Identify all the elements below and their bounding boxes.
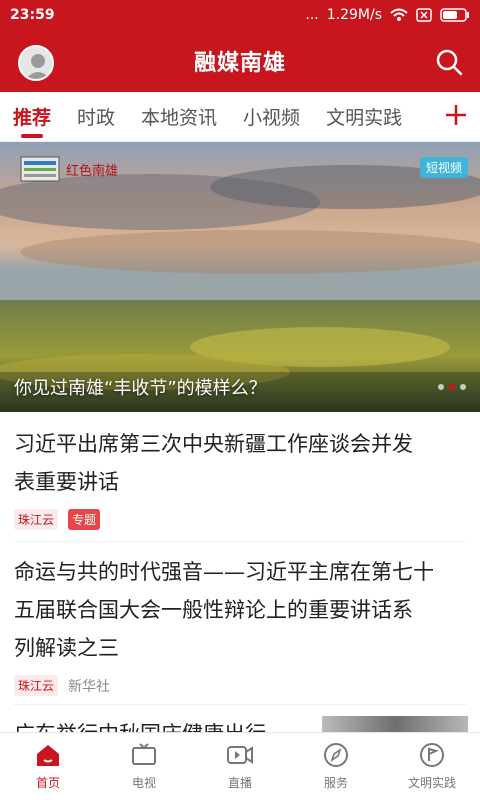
article-meta: 珠江云 专题 (14, 509, 466, 530)
tabbar-live[interactable]: 直播 (192, 733, 288, 800)
network-speed: 1.29M/s (326, 7, 382, 23)
source-tag: 珠江云 (14, 509, 59, 530)
tv-icon (132, 743, 156, 765)
hero-banner[interactable]: 红色南雄 短视频 你见过南雄“丰收节”的模样么？ (0, 142, 480, 412)
live-icon (227, 746, 253, 764)
short-video-badge: 短视频 (419, 157, 468, 178)
search-icon (436, 49, 463, 76)
tab-politics[interactable]: 时政 (64, 92, 128, 142)
list-item[interactable]: 习近平出席第三次中央新疆工作座谈会并发 表重要讲话 珠江云 专题 (0, 425, 480, 530)
tabbar-civilization[interactable]: 文明实践 (384, 733, 480, 800)
tabbar-label: 电视 (131, 776, 156, 790)
page-title: 融媒南雄 (193, 51, 286, 76)
headline-line: 表重要讲话 (14, 470, 119, 494)
hero-logo-text: 红色南雄 (66, 163, 119, 179)
hero-logo: 红色南雄 (20, 156, 118, 182)
brand-seal-icon (20, 156, 60, 182)
app-header: 融媒南雄 (0, 30, 480, 92)
hero-image (0, 142, 480, 412)
list-item[interactable]: 命运与共的时代强音——习近平主席在第七十 五届联合国大会一般性辩论上的重要讲话系… (0, 553, 480, 696)
tabbar-label: 服务 (323, 776, 348, 790)
carousel-dot[interactable] (460, 384, 466, 390)
divider (14, 704, 466, 705)
status-time: 23:59 (10, 7, 55, 23)
wifi-icon (390, 8, 408, 21)
headline-line: 习近平出席第三次中央新疆工作座谈会并发 (14, 432, 413, 456)
battery-icon (440, 8, 469, 22)
compass-icon (324, 743, 348, 767)
status-bar: 23:59 ... 1.29M/s (0, 0, 480, 30)
home-icon (37, 745, 59, 766)
avatar[interactable] (18, 45, 54, 81)
tabbar-label: 文明实践 (407, 776, 456, 790)
tabbar-service[interactable]: 服务 (288, 733, 384, 800)
signal-dots: ... (305, 7, 319, 23)
tab-recommend[interactable]: 推荐 (0, 92, 64, 142)
tabbar-label: 首页 (35, 776, 60, 790)
headline-line: 列解读之三 (14, 636, 119, 660)
source-tag: 珠江云 (14, 675, 59, 696)
article-headline: 习近平出席第三次中央新疆工作座谈会并发 表重要讲话 (14, 425, 466, 501)
search-button[interactable] (434, 47, 464, 77)
article-meta: 珠江云 新华社 (14, 675, 466, 696)
carousel-dots (438, 384, 466, 390)
carousel-dot-active[interactable] (449, 384, 455, 390)
tab-local-news[interactable]: 本地资讯 (128, 92, 230, 142)
tabbar-home[interactable]: 首页 (0, 733, 96, 800)
user-icon (25, 54, 51, 79)
tabbar-tv[interactable]: 电视 (96, 733, 192, 800)
carousel-dot[interactable] (438, 384, 444, 390)
headline-line: 命运与共的时代强音——习近平主席在第七十 (14, 560, 434, 584)
category-tabs: 推荐 时政 本地资讯 小视频 文明实践 (0, 92, 480, 142)
origin-text: 新华社 (68, 678, 111, 695)
plus-icon (446, 105, 466, 125)
headline-line: 五届联合国大会一般性辩论上的重要讲话系 (14, 598, 413, 622)
sim-icon (416, 8, 432, 22)
tab-short-video[interactable]: 小视频 (230, 92, 313, 142)
tab-civilization[interactable]: 文明实践 (313, 92, 415, 142)
topic-tag: 专题 (68, 509, 101, 530)
article-headline: 命运与共的时代强音——习近平主席在第七十 五届联合国大会一般性辩论上的重要讲话系… (14, 553, 466, 667)
divider (14, 541, 466, 542)
tabbar-label: 直播 (227, 776, 252, 790)
hero-caption: 你见过南雄“丰收节”的模样么？ (14, 378, 267, 399)
bottom-tabbar: 首页 电视 直播 服务 文明实践 (0, 732, 480, 800)
add-tab-button[interactable] (442, 102, 470, 132)
flag-icon (420, 743, 444, 767)
status-indicators: ... 1.29M/s (305, 7, 470, 23)
